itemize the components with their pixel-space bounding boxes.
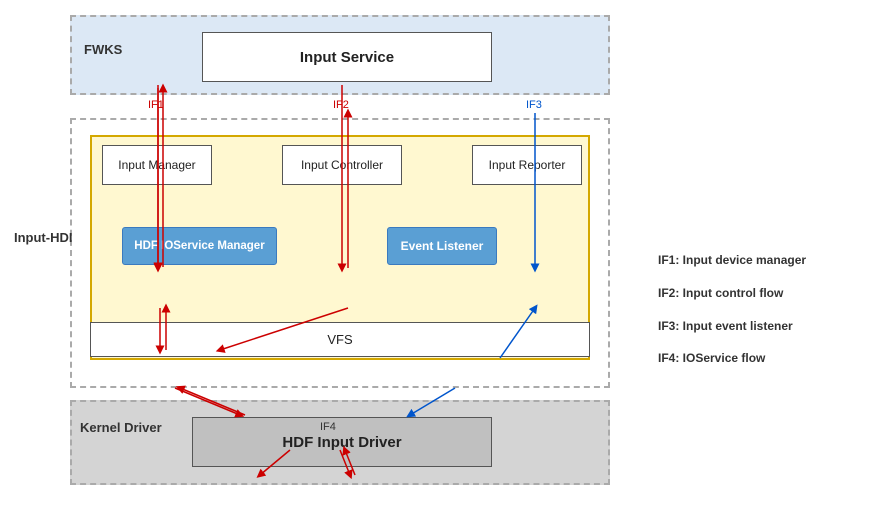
input-reporter-box: Input Reporter	[472, 145, 582, 185]
input-manager-box: Input Manager	[102, 145, 212, 185]
vfs-box: VFS	[90, 322, 590, 357]
input-controller-box: Input Controller	[282, 145, 402, 185]
input-service-label: Input Service	[300, 49, 394, 66]
legend: IF1: Input device manager IF2: Input con…	[658, 250, 888, 381]
legend-if2-text: IF2: Input control flow	[658, 286, 783, 300]
hdf-ioservice-label: HDF IOService Manager	[134, 240, 264, 252]
event-listener-box: Event Listener	[387, 227, 497, 265]
if2-label: IF2	[333, 99, 349, 111]
legend-item-if3: IF3: Input event listener	[658, 316, 888, 337]
fwks-layer: FWKS Input Service	[70, 15, 610, 95]
legend-if1-text: IF1: Input device manager	[658, 253, 806, 267]
input-manager-label: Input Manager	[118, 158, 195, 172]
legend-item-if1: IF1: Input device manager	[658, 250, 888, 271]
legend-item-if2: IF2: Input control flow	[658, 283, 888, 304]
kernel-layer: Kernel Driver HDF Input Driver	[70, 400, 610, 485]
legend-if3-text: IF3: Input event listener	[658, 319, 793, 333]
kernel-label: Kernel Driver	[80, 420, 162, 435]
input-service-box: Input Service	[202, 32, 492, 82]
hdf-driver-box: HDF Input Driver	[192, 417, 492, 467]
hdf-driver-label: HDF Input Driver	[282, 434, 401, 451]
legend-item-if4: IF4: IOService flow	[658, 348, 888, 369]
hdf-ioservice-box: HDF IOService Manager	[122, 227, 277, 265]
event-listener-label: Event Listener	[401, 239, 484, 253]
fwks-label: FWKS	[84, 42, 122, 57]
input-reporter-label: Input Reporter	[489, 158, 566, 172]
if1-label: IF1	[148, 99, 164, 111]
legend-if4-text: IF4: IOService flow	[658, 351, 765, 365]
input-controller-label: Input Controller	[301, 158, 383, 172]
if3-label: IF3	[526, 99, 542, 111]
vfs-label: VFS	[327, 332, 352, 347]
hdi-label: Input-HDI	[14, 230, 72, 245]
